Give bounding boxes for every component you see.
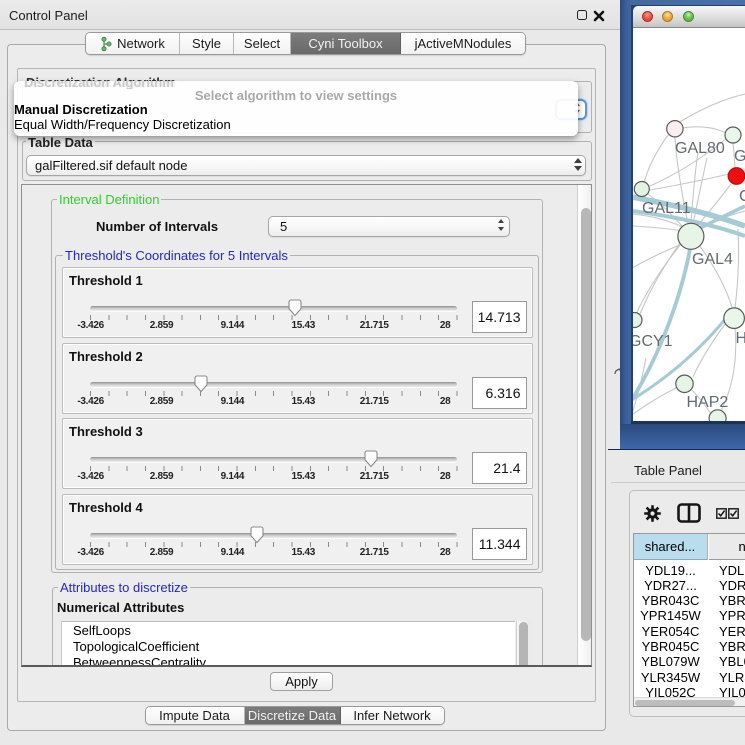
svg-text:HIS7: HIS7 [736, 330, 745, 347]
svg-text:GAL11: GAL11 [642, 200, 691, 217]
svg-text:HAP2: HAP2 [687, 394, 729, 411]
svg-text:GAL80: GAL80 [675, 140, 725, 157]
svg-text:GAL3: GAL3 [734, 148, 745, 165]
svg-text:CRZ1: CRZ1 [739, 188, 745, 205]
svg-text:GAL4: GAL4 [692, 251, 733, 268]
svg-text:GCY1: GCY1 [633, 333, 673, 350]
